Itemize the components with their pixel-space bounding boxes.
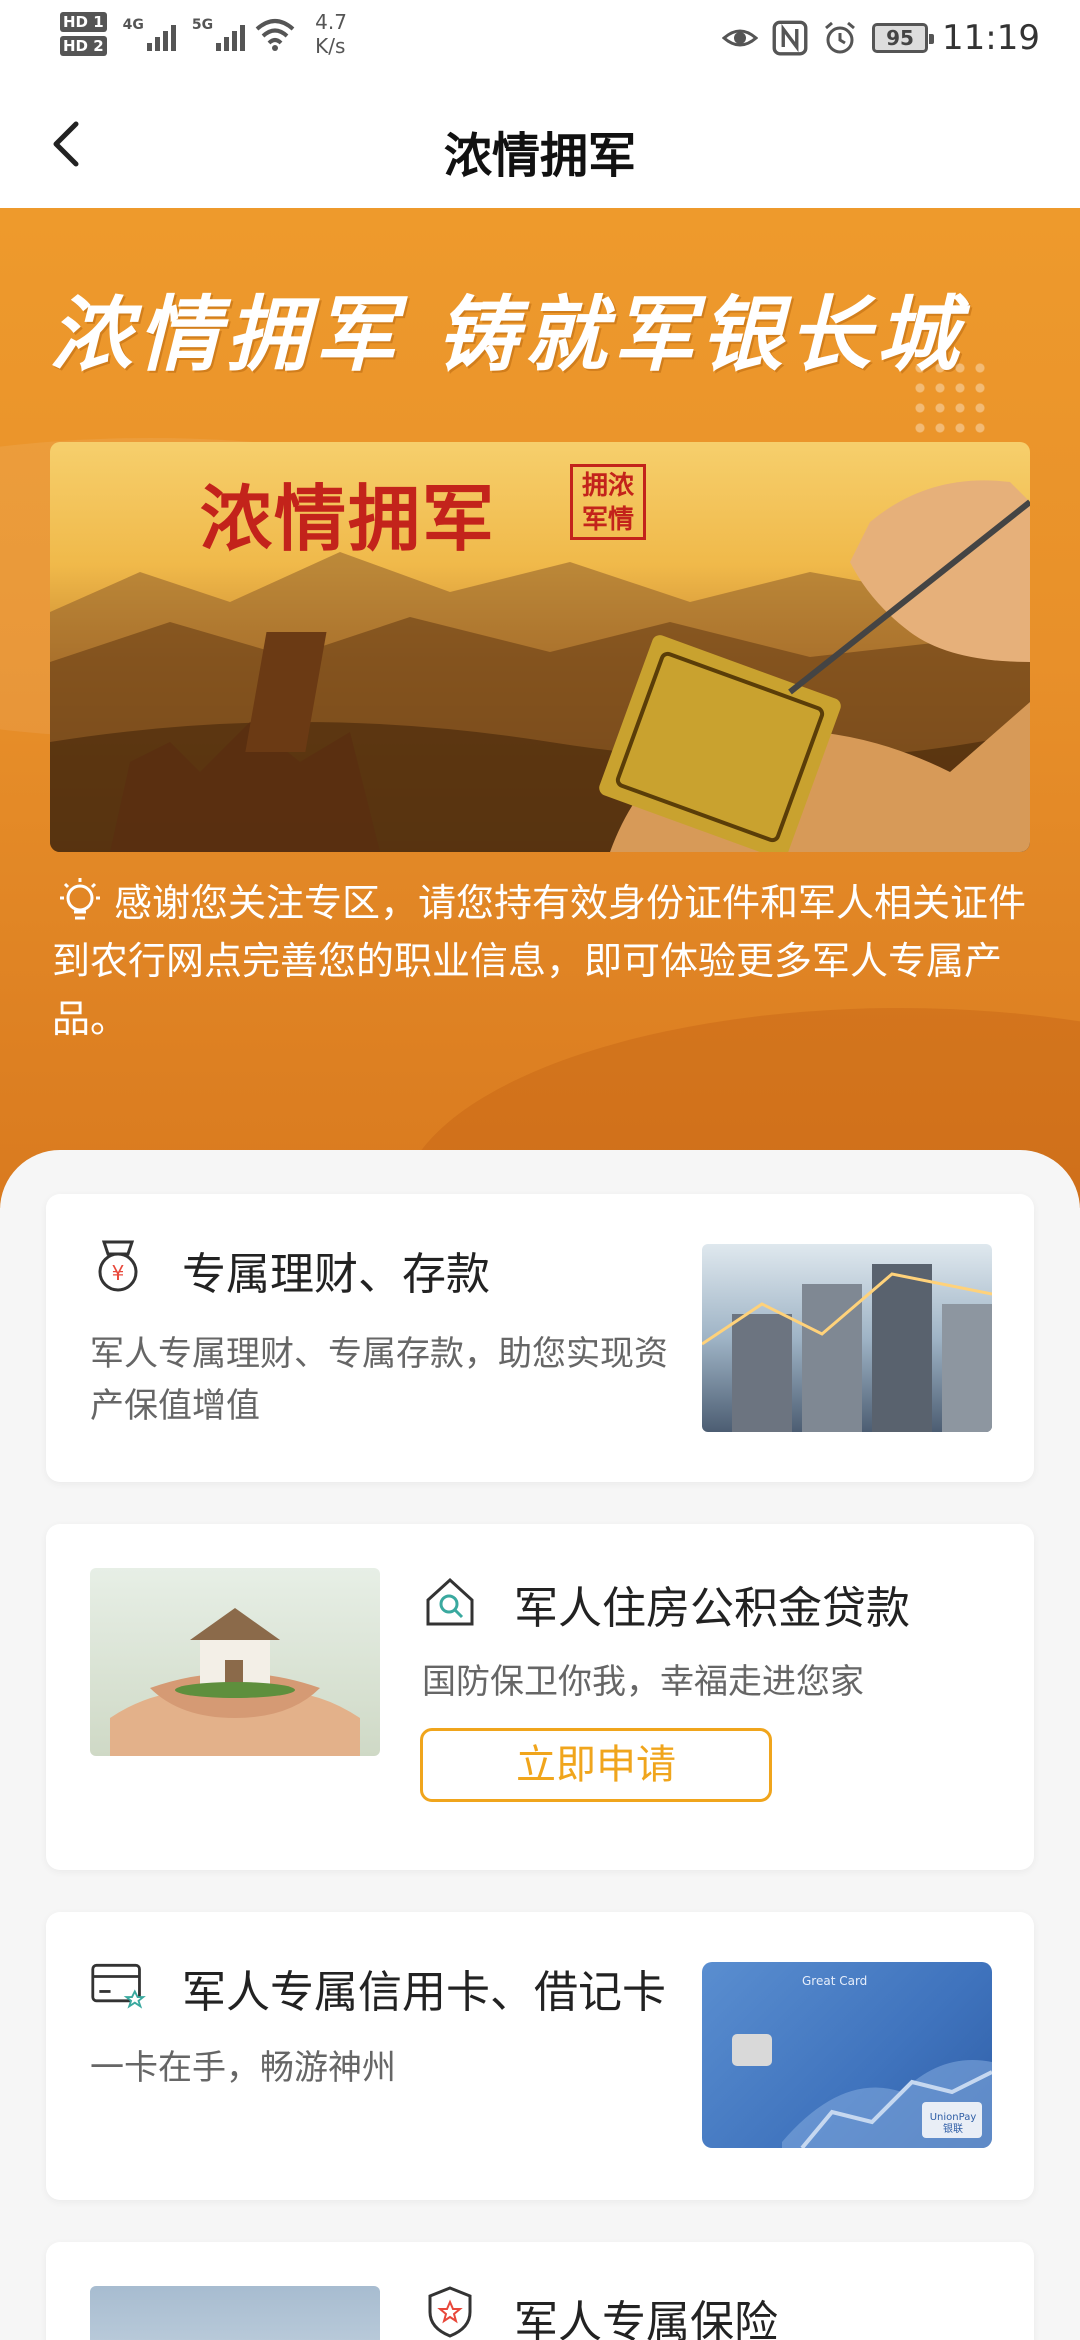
coins-image <box>702 1244 992 1432</box>
network-speed: 4.7 K/s <box>315 10 347 58</box>
svg-text:¥: ¥ <box>112 1261 125 1285</box>
card-label: Great Card <box>802 1974 868 1988</box>
seal-stamp: 拥浓 军情 <box>570 464 646 540</box>
card-loan-title: 军人住房公积金贷款 <box>514 1583 910 1634</box>
home-search-icon <box>426 1577 474 1626</box>
product-panel: ¥ 专属理财、存款 军人专属理财、专属存款，助您实现资产保值增值 军人住房公积金… <box>0 1150 1080 2340</box>
apply-now-button[interactable]: 立即申请 <box>420 1728 772 1802</box>
notice-text: 感谢您关注专区，请您持有效身份证件和军人相关证件到农行网点完善您的职业信息，即可… <box>52 874 1032 1048</box>
lightbulb-icon <box>60 878 100 920</box>
medal-icon: ¥ <box>98 1240 138 1292</box>
hd-badges: HD 1 HD 2 <box>60 12 107 56</box>
card-brand: UnionPay 银联 <box>929 2112 977 2135</box>
hero-slogan: 浓情拥军 铸就军银长城 <box>50 287 965 383</box>
hd1-badge: HD 1 <box>60 12 107 32</box>
wifi-icon <box>255 19 295 51</box>
card-wealth-title: 专属理财、存款 <box>182 1249 490 1300</box>
card-bankcard-title: 军人专属信用卡、借记卡 <box>182 1967 666 2018</box>
hero-section: 浓情拥军 铸就军银长城 浓情拥军 拥浓 军情 感谢您关注专区，请您持有效身份证件和… <box>0 208 1080 1208</box>
hero-banner[interactable]: 浓情拥军 拥浓 军情 <box>50 442 1030 852</box>
nfc-icon <box>772 20 808 56</box>
hd2-badge: HD 2 <box>60 36 107 56</box>
card-wealth-desc: 军人专属理财、专属存款，助您实现资产保值增值 <box>90 1334 668 1426</box>
card-icon <box>91 1963 146 2009</box>
insurance-image <box>90 2286 380 2340</box>
card-wealth[interactable]: ¥ 专属理财、存款 军人专属理财、专属存款，助您实现资产保值增值 <box>46 1194 1034 1482</box>
shield-star-icon <box>428 2286 472 2338</box>
card-insurance[interactable]: 军人专属保险 <box>46 2242 1034 2340</box>
banner-title: 浓情拥军 <box>200 476 497 561</box>
nav-header: 浓情拥军 <box>0 80 1080 208</box>
alarm-icon <box>825 21 855 54</box>
credit-card-image: Great Card UnionPay 银联 <box>702 1962 992 2148</box>
banner-illustration <box>50 480 1030 852</box>
house-hands-image <box>90 1568 380 1756</box>
status-bar: HD 1 HD 2 4G 5G 4.7 K/s 95 11:19 <box>0 0 1080 80</box>
card-loan-desc: 国防保卫你我，幸福走进您家 <box>422 1662 864 1702</box>
page-title: 浓情拥军 <box>443 128 636 184</box>
battery-icon: 95 <box>872 23 935 53</box>
card-loan[interactable]: 军人住房公积金贷款 国防保卫你我，幸福走进您家 立即申请 <box>46 1524 1034 1870</box>
card-bankcard[interactable]: 军人专属信用卡、借记卡 一卡在手，畅游神州 Great Card UnionPa… <box>46 1912 1034 2200</box>
card-insurance-title: 军人专属保险 <box>514 2297 778 2340</box>
clock: 11:19 <box>942 18 1040 58</box>
signal-icon: 4G <box>123 17 176 51</box>
eye-icon <box>722 29 759 47</box>
decor-dots <box>910 358 990 438</box>
card-bankcard-desc: 一卡在手，畅游神州 <box>90 2048 396 2088</box>
signal-icon: 5G <box>192 17 246 51</box>
